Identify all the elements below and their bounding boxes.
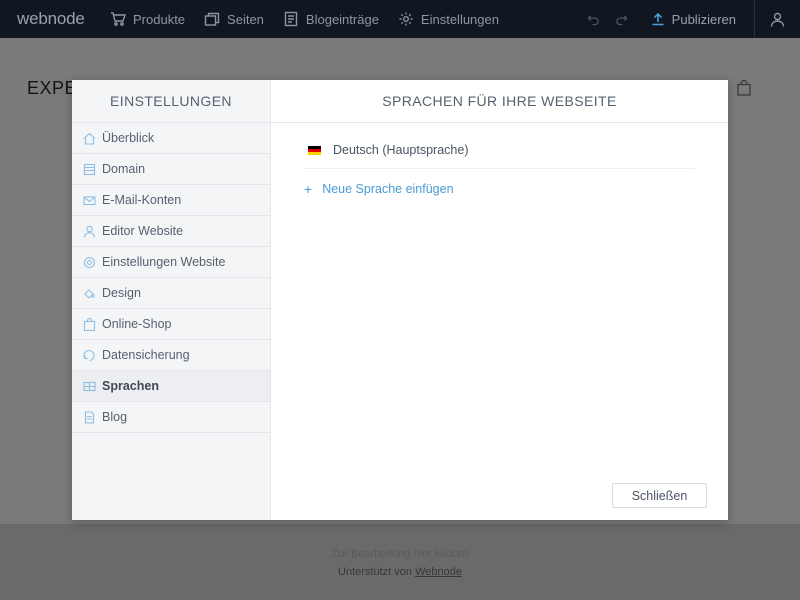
nav-blogeintraege[interactable]: Blogeinträge <box>283 11 379 27</box>
close-button[interactable]: Schließen <box>612 483 707 508</box>
sidebar-item-blog[interactable]: Blog <box>72 402 270 433</box>
envelope-icon <box>83 195 96 205</box>
page-footer <box>0 524 800 600</box>
sidebar-item-design[interactable]: Design <box>72 278 270 309</box>
cart-icon <box>111 12 126 26</box>
language-label: Deutsch (Hauptsprache) <box>333 143 469 157</box>
sidebar-item-ueberblick[interactable]: Überblick <box>72 123 270 154</box>
footer-powered-by-text: Unterstützt von <box>338 566 413 578</box>
undo-button[interactable] <box>580 13 608 26</box>
panel-title: SPRACHEN FÜR IHRE WEBSEITE <box>271 80 728 123</box>
nav-seiten[interactable]: Seiten <box>204 11 264 27</box>
account-button[interactable] <box>755 12 800 27</box>
nav-produkte-label: Produkte <box>133 11 186 27</box>
upload-icon <box>652 12 664 26</box>
gear-icon <box>83 256 96 268</box>
footer-edit-hint: Zur Bearbeitung hier klicken <box>331 548 469 560</box>
redo-icon <box>616 14 628 25</box>
sidebar-item-label: Einstellungen Website <box>102 255 226 269</box>
redo-button[interactable] <box>608 13 636 26</box>
nav-blogeintraege-label: Blogeinträge <box>305 11 379 27</box>
shopping-bag-icon <box>737 80 751 96</box>
settings-modal: EINSTELLUNGEN Überblick Domain E-Mail-Ko… <box>72 80 728 520</box>
language-row-deutsch[interactable]: Deutsch (Hauptsprache) <box>304 140 695 169</box>
pages-icon <box>204 12 220 26</box>
settings-sidebar: EINSTELLUNGEN Überblick Domain E-Mail-Ko… <box>72 80 271 520</box>
sidebar-item-online-shop[interactable]: Online-Shop <box>72 309 270 340</box>
languages-icon <box>83 381 96 391</box>
sidebar-item-datensicherung[interactable]: Datensicherung <box>72 340 270 371</box>
sidebar-item-label: Datensicherung <box>102 348 190 362</box>
user-icon <box>770 12 785 27</box>
sidebar-item-sprachen[interactable]: Sprachen <box>72 371 270 402</box>
footer-powered-by: Unterstützt von Webnode <box>0 566 800 578</box>
nav-einstellungen[interactable]: Einstellungen <box>398 11 499 27</box>
page-heading: EXPE <box>27 78 78 98</box>
sidebar-item-label: Editor Website <box>102 224 184 238</box>
domain-icon <box>83 163 96 175</box>
undo-icon <box>587 14 599 25</box>
user-icon <box>83 225 96 238</box>
top-toolbar: webnode Produkte Seiten Blogeinträge Ein… <box>0 0 800 38</box>
sidebar-title: EINSTELLUNGEN <box>72 80 270 123</box>
nav-einstellungen-label: Einstellungen <box>420 11 499 27</box>
webnode-logo[interactable]: webnode <box>17 9 110 29</box>
sidebar-item-email-konten[interactable]: E-Mail-Konten <box>72 185 270 216</box>
sidebar-item-label: Sprachen <box>102 379 159 393</box>
sidebar-item-domain[interactable]: Domain <box>72 154 270 185</box>
sidebar-item-editor-website[interactable]: Editor Website <box>72 216 270 247</box>
footer-webnode-link[interactable]: Webnode <box>415 566 462 578</box>
sidebar-item-label: Online-Shop <box>102 317 172 331</box>
blog-document-icon <box>84 410 95 424</box>
plus-icon: + <box>304 181 313 197</box>
add-language-link[interactable]: + Neue Sprache einfügen <box>304 182 454 196</box>
sidebar-item-einstellungen-website[interactable]: Einstellungen Website <box>72 247 270 278</box>
nav-produkte[interactable]: Produkte <box>110 11 185 27</box>
backup-icon <box>83 349 95 361</box>
toolbar-right: Publizieren <box>580 0 800 38</box>
german-flag-icon <box>308 145 321 155</box>
publish-label: Publizieren <box>671 11 736 27</box>
sidebar-item-label: E-Mail-Konten <box>102 193 182 207</box>
sidebar-item-label: Design <box>102 286 141 300</box>
publish-button[interactable]: Publizieren <box>651 12 736 27</box>
shopping-bag-icon <box>83 317 96 331</box>
paint-bucket-icon <box>84 288 95 299</box>
nav-seiten-label: Seiten <box>227 11 264 27</box>
gear-icon <box>399 12 413 26</box>
flag-stripe <box>308 151 321 155</box>
document-icon <box>284 11 298 27</box>
home-icon <box>83 132 96 145</box>
add-language-label: Neue Sprache einfügen <box>322 182 454 196</box>
languages-panel: SPRACHEN FÜR IHRE WEBSEITE Deutsch (Haup… <box>271 80 728 520</box>
sidebar-item-label: Blog <box>102 410 128 424</box>
sidebar-item-label: Domain <box>102 162 146 176</box>
sidebar-item-label: Überblick <box>102 131 155 145</box>
